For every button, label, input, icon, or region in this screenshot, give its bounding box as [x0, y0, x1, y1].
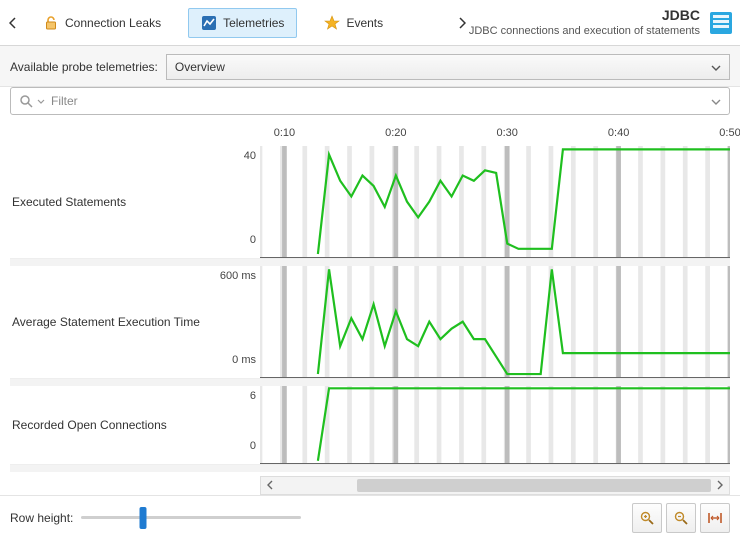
- chart-open-connections: Recorded Open Connections 6 0: [10, 386, 730, 464]
- filter-options-chevron-icon[interactable]: [37, 94, 45, 108]
- time-tick-label: 0:40: [608, 127, 629, 139]
- search-icon: [19, 94, 33, 108]
- y-min-label: 0: [200, 440, 256, 452]
- fit-width-button[interactable]: [700, 503, 730, 533]
- telemetry-select-label: Available probe telemetries:: [10, 60, 158, 74]
- tab-label: Telemetries: [223, 16, 284, 30]
- filter-placeholder: Filter: [51, 94, 78, 108]
- filter-row: Filter: [0, 87, 740, 125]
- telemetry-dropdown[interactable]: Overview: [166, 54, 730, 80]
- row-separator: [10, 258, 730, 266]
- y-min-label: 0 ms: [200, 354, 256, 366]
- top-toolbar: Connection Leaks Telemetries Events JDBC…: [0, 0, 740, 46]
- y-max-label: 600 ms: [200, 270, 256, 282]
- bottom-toolbar: Row height:: [0, 495, 740, 539]
- view-tabs: Connection Leaks Telemetries Events: [30, 8, 396, 38]
- chevron-down-icon: [711, 94, 721, 108]
- scroll-right-button[interactable]: [711, 477, 729, 494]
- chart-plot[interactable]: [260, 146, 730, 258]
- y-max-label: 6: [200, 390, 256, 402]
- chart-label: Average Statement Execution Time: [12, 315, 200, 329]
- charts-area: 0:10 0:20 0:30 0:40 0:50 Executed Statements…: [0, 125, 740, 495]
- telemetry-select-row: Available probe telemetries: Overview: [0, 46, 740, 87]
- time-tick-label: 0:20: [385, 127, 406, 139]
- y-max-label: 40: [200, 150, 256, 162]
- time-tick-label: 0:30: [497, 127, 518, 139]
- y-min-label: 0: [200, 234, 256, 246]
- lock-open-icon: [43, 15, 59, 31]
- chart-plot[interactable]: [260, 386, 730, 464]
- tab-label: Connection Leaks: [65, 16, 161, 30]
- chart-plot[interactable]: [260, 266, 730, 378]
- time-axis: 0:100:200:300:400:50: [260, 125, 730, 146]
- nav-back-button[interactable]: [6, 13, 20, 33]
- chart-executed-statements: Executed Statements 40 0: [10, 146, 730, 258]
- time-tick-label: 0:50: [719, 127, 740, 139]
- zoom-in-button[interactable]: [632, 503, 662, 533]
- tab-events[interactable]: Events: [311, 8, 396, 38]
- chart-label: Executed Statements: [12, 195, 126, 209]
- chart-label: Recorded Open Connections: [12, 418, 167, 432]
- tab-telemetries[interactable]: Telemetries: [188, 8, 297, 38]
- row-separator: [10, 378, 730, 386]
- nav-forward-button[interactable]: [455, 13, 469, 33]
- chart-avg-exec-time: Average Statement Execution Time 600 ms …: [10, 266, 730, 378]
- time-tick-label: 0:10: [274, 127, 295, 139]
- row-separator: [10, 464, 730, 472]
- filter-input[interactable]: Filter: [10, 87, 730, 115]
- probe-title: JDBC: [469, 6, 700, 24]
- telemetry-icon: [201, 15, 217, 31]
- tab-connection-leaks[interactable]: Connection Leaks: [30, 8, 174, 38]
- slider-thumb[interactable]: [139, 507, 146, 529]
- star-icon: [324, 15, 340, 31]
- probe-subtitle: JDBC connections and execution of statem…: [469, 24, 700, 38]
- horizontal-scrollbar[interactable]: [260, 476, 730, 495]
- probe-title-block: JDBC JDBC connections and execution of s…: [469, 6, 700, 38]
- telemetry-dropdown-value: Overview: [175, 60, 225, 74]
- scroll-track[interactable]: [279, 477, 711, 494]
- row-height-slider[interactable]: [81, 506, 301, 530]
- scroll-left-button[interactable]: [261, 477, 279, 494]
- chevron-down-icon: [711, 60, 721, 74]
- zoom-out-button[interactable]: [666, 503, 696, 533]
- tab-label: Events: [346, 16, 383, 30]
- scroll-thumb[interactable]: [357, 479, 711, 492]
- jdbc-icon: [708, 10, 734, 36]
- row-height-label: Row height:: [10, 511, 73, 525]
